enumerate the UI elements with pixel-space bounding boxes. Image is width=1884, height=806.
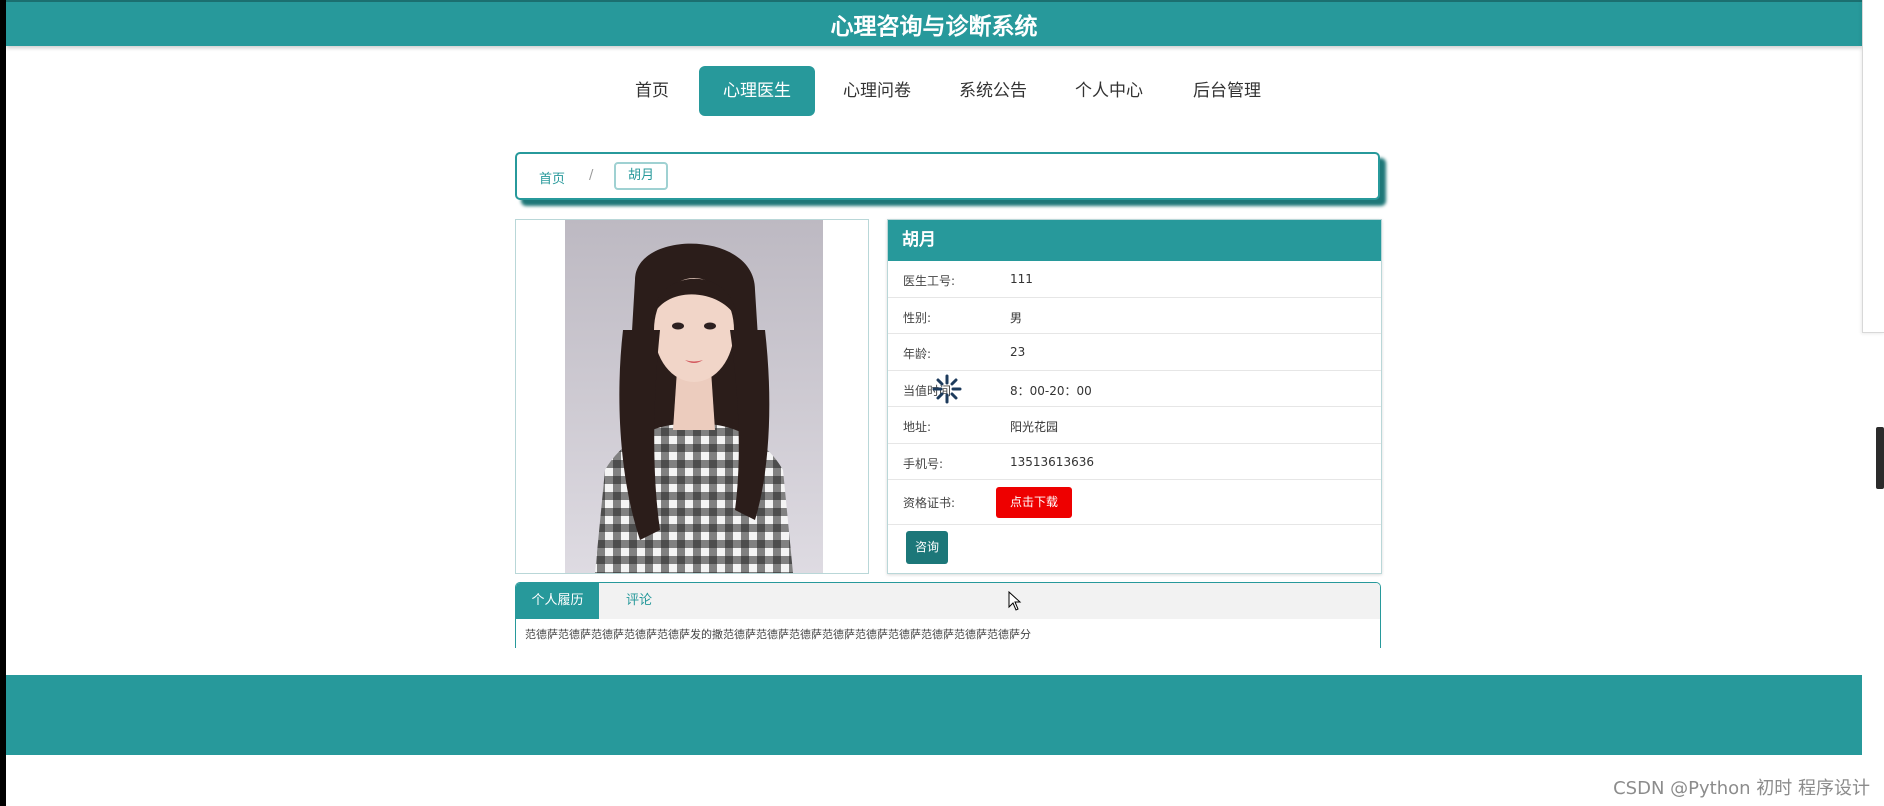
- doctor-photo: [565, 220, 823, 573]
- nav-questionnaire[interactable]: 心理问卷: [833, 66, 921, 116]
- right-side-panel: [1862, 0, 1884, 333]
- info-row-employee-id: 医生工号: 111: [888, 261, 1381, 298]
- doctor-photo-panel: [515, 219, 869, 574]
- info-value: 111: [1010, 272, 1033, 286]
- nav-doctors[interactable]: 心理医生: [699, 66, 815, 116]
- download-certificate-button[interactable]: 点击下载: [996, 487, 1072, 518]
- info-row-certificate: 资格证书: 点击下载: [888, 480, 1381, 525]
- tab-bar: 个人履历 评论: [516, 583, 1380, 619]
- info-label: 医生工号:: [903, 274, 956, 288]
- doctor-name-heading: 胡月: [888, 220, 1381, 261]
- loading-spinner-icon: [932, 374, 962, 404]
- info-label: 手机号:: [903, 456, 944, 471]
- resume-content: 范德萨范德萨范德萨范德萨范德萨发的撒范德萨范德萨范德萨范德萨范德萨范德萨范德萨范…: [525, 628, 1031, 641]
- detail-tabs: 个人履历 评论 范德萨范德萨范德萨范德萨范德萨发的撒范德萨范德萨范德萨范德萨范德…: [515, 582, 1381, 648]
- breadcrumb-current[interactable]: 胡月: [614, 162, 668, 190]
- info-value: 男: [1010, 310, 1023, 325]
- watermark: CSDN @Python 初时 程序设计: [1613, 778, 1870, 799]
- top-header: 心理咨询与诊断系统: [6, 0, 1862, 46]
- info-value: 23: [1010, 345, 1026, 359]
- tab-resume[interactable]: 个人履历: [516, 583, 599, 619]
- nav-announcements[interactable]: 系统公告: [949, 66, 1037, 116]
- info-row-age: 年龄: 23: [888, 334, 1381, 371]
- breadcrumb-separator: /: [589, 168, 594, 183]
- info-row-gender: 性别: 男: [888, 298, 1381, 334]
- info-label: 年龄:: [903, 347, 932, 361]
- info-value: 阳光花园: [1010, 420, 1059, 434]
- info-row-address: 地址: 阳光花园: [888, 407, 1381, 444]
- info-value: 13513613636: [1010, 454, 1094, 469]
- main-nav: 首页 心理医生 心理问卷 系统公告 个人中心 后台管理: [0, 66, 1884, 116]
- breadcrumb: 首页 / 胡月: [515, 152, 1380, 200]
- nav-personal-center[interactable]: 个人中心: [1065, 66, 1153, 116]
- info-label: 资格证书:: [903, 496, 956, 510]
- info-row-actions: 咨询: [888, 525, 1381, 570]
- mouse-pointer-icon: [1008, 591, 1022, 611]
- breadcrumb-home-link[interactable]: 首页: [539, 168, 565, 187]
- page-title: 心理咨询与诊断系统: [830, 14, 1038, 40]
- info-row-phone: 手机号: 13513613636: [888, 444, 1381, 480]
- info-value: 8：00-20：00: [1010, 383, 1092, 398]
- info-label: 性别:: [903, 310, 932, 325]
- info-label: 地址:: [903, 420, 932, 434]
- nav-home[interactable]: 首页: [622, 66, 682, 116]
- consult-button[interactable]: 咨询: [906, 531, 948, 564]
- right-side-handle[interactable]: [1876, 427, 1884, 489]
- nav-admin[interactable]: 后台管理: [1183, 66, 1271, 116]
- tab-comments[interactable]: 评论: [614, 583, 664, 619]
- footer: [6, 675, 1862, 755]
